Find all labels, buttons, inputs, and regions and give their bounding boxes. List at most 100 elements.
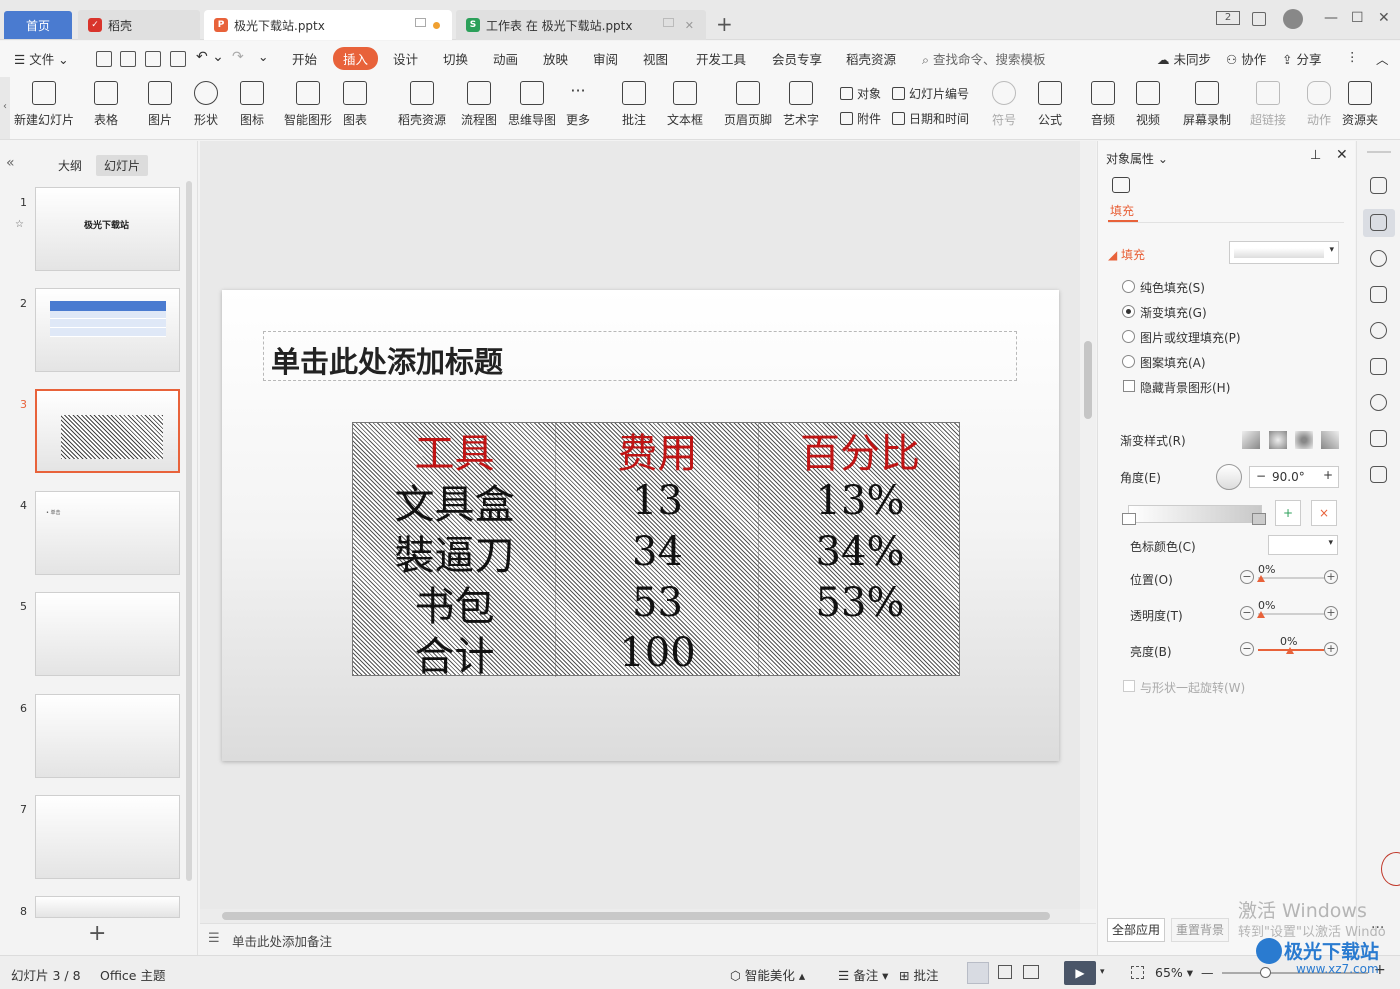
picture-fill-radio[interactable] <box>1122 330 1135 343</box>
transparency-decrease-icon[interactable]: − <box>1240 606 1254 620</box>
attachment-button[interactable]: 附件 <box>840 110 881 127</box>
object-button[interactable]: 对象 <box>840 85 881 102</box>
video-button[interactable]: 视频 <box>1136 81 1160 128</box>
action-button[interactable]: 动作 <box>1307 81 1331 128</box>
redo-icon[interactable]: ↷ <box>232 49 244 65</box>
hide-background-checkbox[interactable] <box>1123 380 1135 392</box>
fill-section-header[interactable]: ◢ 填充 <box>1108 246 1145 263</box>
table-cell[interactable]: 34% <box>759 527 961 577</box>
transparency-increase-icon[interactable]: + <box>1324 606 1338 620</box>
star-icon[interactable] <box>1370 250 1387 267</box>
remove-stop-icon[interactable]: × <box>1311 500 1337 526</box>
linear-gradient-style[interactable] <box>1242 431 1260 449</box>
reset-background-button[interactable]: 重置背景 <box>1171 918 1229 942</box>
tab-docer[interactable]: ✓ 稻壳 <box>78 10 200 40</box>
table-cell[interactable]: 53% <box>759 578 961 628</box>
radial-gradient-style[interactable] <box>1269 431 1287 449</box>
grid-apps-icon[interactable] <box>1252 12 1266 26</box>
collab-button[interactable]: ⚇ 协作 <box>1226 49 1266 68</box>
pattern-fill-radio[interactable] <box>1122 355 1135 368</box>
docer-resources-button[interactable]: 稻壳资源 <box>398 81 446 128</box>
slide-thumbnail-6[interactable] <box>35 694 180 778</box>
tab-member[interactable]: 会员专享 <box>772 49 822 68</box>
file-menu[interactable]: ☰ 文件 ⌄ <box>14 49 69 68</box>
new-tab-icon[interactable]: + <box>716 12 733 36</box>
slide-thumbnail-1[interactable]: 极光下载站 <box>35 187 180 271</box>
canvas-vertical-scrollbar[interactable] <box>1080 141 1096 909</box>
path-gradient-style[interactable] <box>1321 431 1339 449</box>
notes-area[interactable]: ☰ 单击此处添加备注 <box>200 923 1096 955</box>
gradient-bar[interactable] <box>1128 505 1262 523</box>
canvas-horizontal-scrollbar[interactable] <box>200 909 1080 923</box>
zoom-out-icon[interactable]: — <box>1201 965 1214 980</box>
tab-review[interactable]: 审阅 <box>593 49 618 68</box>
tab-docer-resources[interactable]: 稻壳资源 <box>846 49 896 68</box>
fill-preset-dropdown[interactable]: ▾ <box>1229 241 1339 264</box>
slide-switch-icon[interactable] <box>1370 286 1387 303</box>
tab-animation[interactable]: 动画 <box>493 49 518 68</box>
increment-icon[interactable]: + <box>1323 468 1333 482</box>
tab-view[interactable]: 视图 <box>643 49 668 68</box>
beautify-icon[interactable] <box>1370 358 1387 375</box>
export-icon[interactable] <box>120 51 136 67</box>
symbol-button[interactable]: 符号 <box>992 81 1016 128</box>
fit-window-icon[interactable] <box>1131 966 1144 979</box>
reading-view-icon[interactable] <box>1023 965 1039 979</box>
notes-toggle-button[interactable]: ☰ 备注 ▾ <box>838 965 888 984</box>
help-icon[interactable] <box>1370 322 1387 339</box>
slide-thumbnail-4[interactable]: • 单击 <box>35 491 180 575</box>
new-slide-button[interactable]: 新建幻灯片 <box>14 81 74 128</box>
theme-name[interactable]: Office 主题 <box>100 965 165 984</box>
collapse-panel-icon[interactable]: « <box>6 155 15 171</box>
position-increase-icon[interactable]: + <box>1324 570 1338 584</box>
image-button[interactable]: 图片 <box>148 81 172 128</box>
title-placeholder[interactable]: 单击此处添加标题 <box>263 331 1017 381</box>
brightness-decrease-icon[interactable]: − <box>1240 642 1254 656</box>
wordart-button[interactable]: 艺术字 <box>783 81 819 128</box>
add-stop-icon[interactable]: + <box>1275 500 1301 526</box>
more-options-icon[interactable]: ⋮ <box>1346 49 1359 64</box>
book-search-icon[interactable] <box>1370 430 1387 447</box>
audio-button[interactable]: 音频 <box>1091 81 1115 128</box>
maximize-icon[interactable]: ☐ <box>1351 10 1364 26</box>
close-panel-icon[interactable]: ✕ <box>1336 147 1348 163</box>
angle-dial[interactable] <box>1216 464 1242 490</box>
close-icon[interactable]: ✕ <box>1378 10 1390 26</box>
compass-icon[interactable] <box>1370 394 1387 411</box>
comment-button[interactable]: 批注 <box>622 81 646 128</box>
slide-sorter-icon[interactable] <box>998 965 1012 979</box>
gradient-fill-radio[interactable] <box>1122 305 1135 318</box>
position-slider[interactable] <box>1258 577 1324 579</box>
play-slideshow-button[interactable]: ▶ <box>1064 961 1096 985</box>
sliders-icon[interactable] <box>1370 214 1387 231</box>
add-slide-icon[interactable]: + <box>88 921 106 946</box>
brightness-slider-thumb[interactable] <box>1286 647 1294 654</box>
position-decrease-icon[interactable]: − <box>1240 570 1254 584</box>
data-table[interactable]: 工具 费用 百分比 文具盒 13 13% 裝逼刀 34 34% 书包 53 53… <box>352 422 961 680</box>
rectangular-gradient-style[interactable] <box>1295 431 1313 449</box>
table-cell[interactable]: 文具盒 <box>353 476 556 528</box>
tab-transition[interactable]: 切换 <box>443 49 468 68</box>
tab-insert[interactable]: 插入 <box>333 47 379 70</box>
decrement-icon[interactable]: − <box>1256 469 1266 483</box>
tab-design[interactable]: 设计 <box>393 49 418 68</box>
fill-bucket-icon[interactable] <box>1112 177 1130 193</box>
tab-fill[interactable]: 填充 <box>1110 202 1134 219</box>
slide-thumbnail-8[interactable] <box>35 896 180 918</box>
feedback-bubble-icon[interactable] <box>1381 852 1400 886</box>
scroll-thumb[interactable] <box>1084 341 1092 419</box>
table-cell[interactable]: 13 <box>556 476 759 526</box>
zoom-slider-thumb[interactable] <box>1260 967 1271 978</box>
pin-icon[interactable]: ⊥ <box>1310 148 1321 163</box>
table-cell[interactable]: 裝逼刀 <box>353 527 556 579</box>
play-options-chevron-icon[interactable]: ▾ <box>1100 967 1105 977</box>
angle-stepper[interactable]: − 90.0° + <box>1249 466 1339 488</box>
normal-view-icon[interactable] <box>967 962 989 984</box>
shape-button[interactable]: 形状 <box>194 81 218 128</box>
quick-access-dropdown-icon[interactable]: ⌄ <box>258 49 268 64</box>
table-button[interactable]: 表格 <box>94 81 118 128</box>
save-icon[interactable] <box>96 51 112 67</box>
tab-start[interactable]: 开始 <box>292 49 317 68</box>
position-slider-thumb[interactable] <box>1257 575 1265 582</box>
preview-icon[interactable] <box>170 51 186 67</box>
